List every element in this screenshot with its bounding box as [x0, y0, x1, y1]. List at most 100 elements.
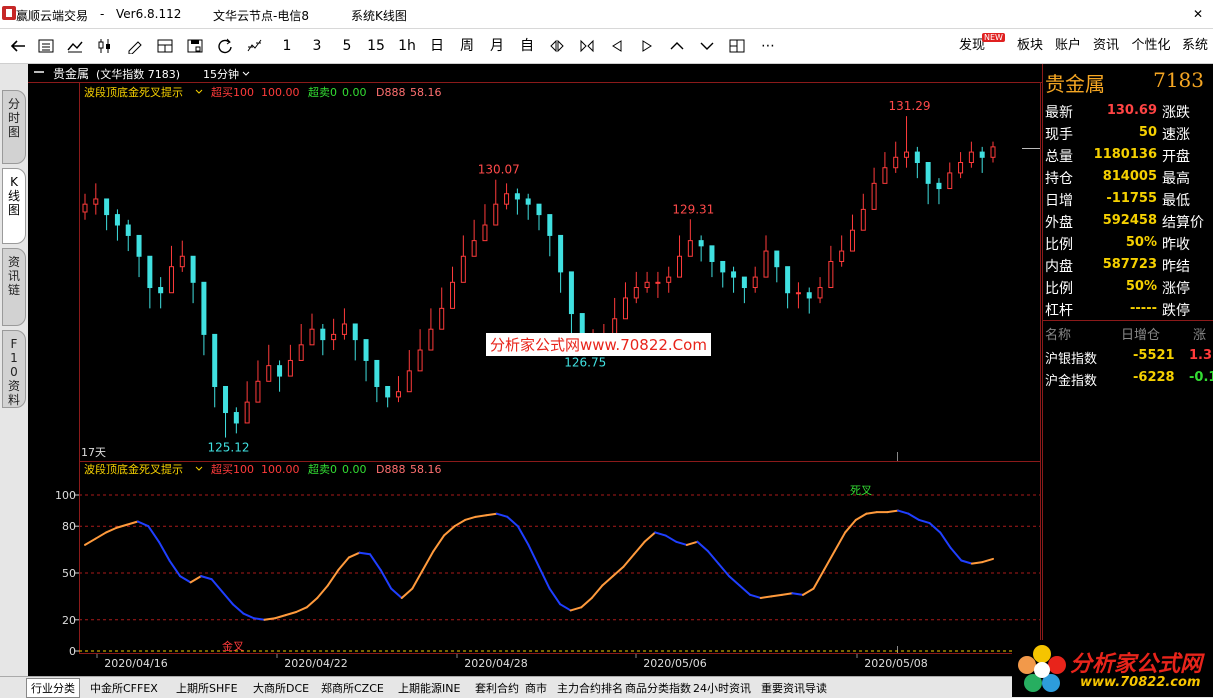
menu-sector[interactable]: 板块	[1016, 35, 1044, 57]
layout-icon[interactable]	[728, 35, 748, 57]
save-icon[interactable]	[186, 35, 206, 57]
candle-body	[493, 203, 499, 226]
lower-indicator-name[interactable]: 波段顶底金死叉提示	[84, 462, 183, 476]
candle-body	[968, 151, 974, 164]
more-icon[interactable]: ⋯	[758, 35, 778, 57]
window-close-icon[interactable]: ✕	[1193, 7, 1203, 21]
quote-row: 外盘 592458 结算价	[1043, 210, 1213, 232]
bottom-tab[interactable]: 重要资讯导读	[761, 680, 827, 696]
candle-body	[450, 281, 456, 309]
side-tab-kline[interactable]: K线图	[2, 168, 26, 244]
kline-chart[interactable]: 贵金属 (文华指数 7183) 15分钟 波段顶底金死叉提示 超买100 100…	[28, 64, 1042, 676]
move-right-icon[interactable]	[638, 35, 658, 57]
bottom-tab[interactable]: 商市	[525, 680, 547, 696]
candle-body	[839, 250, 845, 262]
bottom-tab[interactable]: 郑商所CZCE	[321, 680, 384, 696]
lower-d-value: 58.16	[410, 463, 442, 476]
candle-body	[309, 328, 315, 346]
quote-row-value: 587723	[1102, 257, 1157, 272]
indicator-icon[interactable]	[246, 35, 266, 57]
candle-body	[460, 255, 466, 283]
back-icon[interactable]	[9, 35, 29, 57]
candle-body	[158, 287, 164, 294]
bottom-tab[interactable]: 上期能源INE	[398, 680, 460, 696]
index-inc: -6228	[1133, 370, 1175, 385]
zoom-out-icon[interactable]	[548, 35, 568, 57]
period-1h[interactable]: 1h	[397, 35, 417, 57]
move-left-icon[interactable]	[608, 35, 628, 57]
quote-row-value: 592458	[1102, 213, 1157, 228]
candle-body	[979, 151, 985, 158]
quote-code: 7183	[1153, 68, 1204, 92]
line-chart-icon[interactable]	[66, 35, 86, 57]
zoom-in-icon[interactable]	[578, 35, 598, 57]
main-indicator-name[interactable]: 波段顶底金死叉提示	[84, 85, 183, 99]
side-tab-label: 资讯链	[7, 255, 20, 297]
index-name: 沪银指数	[1045, 352, 1098, 367]
menu-account[interactable]: 账户	[1054, 35, 1082, 57]
list-icon[interactable]	[37, 35, 57, 57]
bottom-tab[interactable]: 主力合约排名	[557, 680, 623, 696]
side-tab-timeshare[interactable]: 分时图	[2, 90, 26, 164]
side-tab-label: F10资料	[7, 337, 20, 407]
side-tab-f10[interactable]: F10资料	[2, 330, 26, 408]
index-chg: 1.3	[1189, 348, 1213, 363]
quote-row-label: 内盘	[1045, 259, 1073, 275]
draw-icon[interactable]	[126, 35, 146, 57]
candle-body	[947, 172, 953, 190]
quote-row-label: 外盘	[1045, 215, 1073, 231]
candle-body	[817, 287, 823, 299]
panel-icon[interactable]	[156, 35, 176, 57]
index-chg: -0.1	[1189, 370, 1213, 385]
quote-row-label2: 昨收	[1162, 237, 1190, 253]
menu-system[interactable]: 系统	[1182, 35, 1210, 57]
candle-body	[914, 151, 920, 164]
quote-row-value: 50%	[1125, 235, 1157, 250]
candle-body	[255, 380, 261, 403]
index-inc: -5521	[1133, 348, 1175, 363]
scroll-up-icon[interactable]	[668, 35, 688, 57]
candle-body	[93, 198, 99, 205]
period-day[interactable]: 日	[428, 35, 446, 57]
bottom-tab[interactable]: 商品分类指数	[625, 680, 691, 696]
bottom-tab[interactable]: 套利合约	[475, 680, 519, 696]
bottom-tab[interactable]: 行业分类	[26, 678, 80, 698]
bottom-tab[interactable]: 上期所SHFE	[176, 680, 238, 696]
x-date-label: 2020/04/22	[284, 657, 347, 670]
app-icon	[2, 6, 16, 20]
period-15m[interactable]: 15	[366, 35, 386, 57]
menu-news[interactable]: 资讯	[1092, 35, 1120, 57]
side-tab-news[interactable]: 资讯链	[2, 248, 26, 326]
period-week[interactable]: 周	[458, 35, 476, 57]
period-5m[interactable]: 5	[340, 35, 354, 57]
period-month[interactable]: 月	[488, 35, 506, 57]
dead-cross-label: 死叉	[850, 484, 872, 497]
candle-body	[287, 359, 293, 377]
lower-overbuy-label: 超买100	[211, 462, 254, 476]
candle-body	[655, 281, 661, 284]
period-1m[interactable]: 1	[280, 35, 294, 57]
candle-body	[514, 193, 520, 200]
period-3m[interactable]: 3	[310, 35, 324, 57]
period-custom[interactable]: 自	[518, 35, 536, 57]
bottom-tab[interactable]: 24小时资讯	[693, 680, 751, 696]
candle-body	[882, 167, 888, 184]
candle-body	[504, 193, 510, 205]
menu-personalize[interactable]: 个性化	[1130, 35, 1172, 57]
chart-period[interactable]: 15分钟	[203, 67, 239, 81]
index-row[interactable]: 沪金指数 -6228 -0.1	[1043, 368, 1213, 390]
candle-body	[849, 229, 855, 252]
chart-area[interactable]: 贵金属 (文华指数 7183) 15分钟 波段顶底金死叉提示 超买100 100…	[28, 64, 1042, 679]
candle-body	[525, 198, 531, 205]
index-row[interactable]: 沪银指数 -5521 1.3	[1043, 346, 1213, 368]
bottom-tab[interactable]: 大商所DCE	[253, 680, 309, 696]
bottom-tab[interactable]: 中金所CFFEX	[90, 680, 158, 696]
candle-body	[752, 276, 758, 289]
quote-row-value: 50%	[1125, 279, 1157, 294]
kline-icon[interactable]	[96, 35, 116, 57]
lower-overbuy-value: 100.00	[261, 463, 300, 476]
refresh-icon[interactable]	[216, 35, 236, 57]
scroll-down-icon[interactable]	[698, 35, 718, 57]
index-header-name: 名称	[1045, 328, 1072, 343]
candle-body	[104, 198, 110, 216]
